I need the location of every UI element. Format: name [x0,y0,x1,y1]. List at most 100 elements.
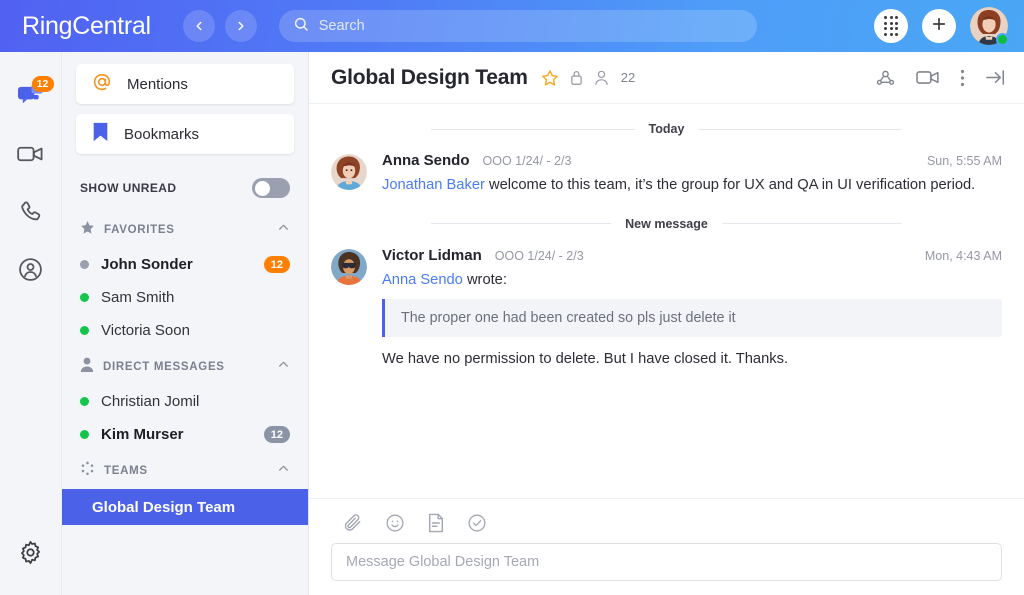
message-text: Jonathan Baker welcome to this team, it’… [382,174,1002,197]
teams-dots-icon [80,461,95,481]
conversation-header-meta: 22 [541,69,635,87]
sidebar-section-direct-messages[interactable]: DIRECT MESSAGES [62,347,308,385]
message-text: We have no permission to delete. But I h… [382,350,789,367]
ringcentral-app: RingCentral Search 12 Mentions Bookmarks… [0,0,1024,595]
emoji-smiley-icon[interactable] [385,513,405,533]
message-author[interactable]: Victor Lidman [382,247,482,264]
message-thread: Today Anna Sendo OOO 1/24/ - 2/3 Sun, 5:… [309,104,1024,498]
mention-link[interactable]: Jonathan Baker [382,177,485,193]
chevron-left-icon [192,19,206,33]
sidebar-card-bookmarks[interactable]: Bookmarks [76,114,294,154]
share-conference-icon[interactable] [875,67,896,88]
note-icon[interactable] [427,513,445,533]
presence-dot [80,260,89,269]
message-author[interactable]: Anna Sendo [382,152,470,169]
lock-icon[interactable] [569,69,584,86]
search-icon [293,16,309,37]
message-item: Anna Sendo OOO 1/24/ - 2/3 Sun, 5:55 AM … [331,146,1002,199]
dialpad-icon [883,16,899,36]
dialpad-button[interactable] [874,9,908,43]
paperclip-icon[interactable] [343,513,363,533]
video-camera-icon[interactable] [916,68,940,87]
gear-icon [18,540,43,570]
new-message-divider: New message [331,199,1002,241]
star-icon [80,220,95,240]
at-sign-icon [92,72,112,97]
message-header: Anna Sendo OOO 1/24/ - 2/3 Sun, 5:55 AM [382,152,1002,169]
chevron-up-icon[interactable] [277,221,290,239]
rail-item-phone[interactable] [9,192,53,236]
presence-dot [80,293,89,302]
sidebar-section-teams[interactable]: TEAMS [62,451,308,489]
task-check-icon[interactable] [467,513,487,533]
rail-item-message[interactable]: 12 [9,76,54,120]
show-unread-label: SHOW UNREAD [80,181,177,195]
back-button[interactable] [182,10,215,42]
sidebar-item-john-sonder[interactable]: John Sonder 12 [62,248,308,281]
message-body: Victor Lidman OOO 1/24/ - 2/3 Mon, 4:43 … [382,247,1002,367]
sidebar-card-mentions[interactable]: Mentions [76,64,294,104]
date-divider-today: Today [331,104,1002,146]
quoted-message: The proper one had been created so pls j… [382,298,1002,337]
message-timestamp: Sun, 5:55 AM [926,154,1002,168]
search-bar[interactable] [278,10,757,42]
message-item: Victor Lidman OOO 1/24/ - 2/3 Mon, 4:43 … [331,241,1002,369]
unread-badge: 12 [263,426,290,443]
presence-dot [80,430,89,439]
mention-link[interactable]: Anna Sendo [382,272,463,288]
sidebar-item-label: Sam Smith [101,289,175,306]
bookmark-flag-icon [92,122,109,147]
message-timestamp: Mon, 4:43 AM [924,248,1002,263]
composer-toolbar [331,509,1002,543]
sidebar-item-label: Christian Jomil [101,393,200,410]
sidebar-item-christian-jomil[interactable]: Christian Jomil [62,385,308,418]
search-input[interactable] [318,10,743,42]
sidebar-item-label: Kim Murser [101,426,184,443]
chevron-up-icon[interactable] [277,358,290,376]
rail-item-contacts[interactable] [9,250,53,294]
message-author-status: OOO 1/24/ - 2/3 [494,248,584,263]
nav-buttons [182,10,257,42]
person-icon [80,357,94,377]
sidebar-section-favorites[interactable]: FAVORITES [62,210,308,248]
add-button[interactable] [922,9,956,43]
avatar[interactable] [331,154,367,190]
divider-label: New message [625,216,708,231]
show-unread-row[interactable]: SHOW UNREAD [62,164,308,210]
forward-button[interactable] [224,10,257,42]
sidebar-item-victoria-soon[interactable]: Victoria Soon [62,314,308,347]
divider-line [698,128,903,130]
sidebar-item-label: John Sonder [101,256,193,273]
sidebar-item-global-design-team[interactable]: Global Design Team [62,489,308,525]
star-outline-icon[interactable] [541,69,559,87]
avatar[interactable] [331,248,367,285]
message-input-wrapper[interactable] [331,543,1002,581]
show-unread-toggle[interactable] [252,178,290,198]
video-camera-icon [17,143,44,170]
members-icon[interactable] [594,70,609,86]
icon-rail: 12 [0,52,62,595]
sidebar-section-title: FAVORITES [104,224,175,236]
member-count: 22 [620,70,636,85]
message-input[interactable] [346,544,987,580]
plus-icon [930,15,948,38]
sidebar-card-label: Mentions [127,75,188,93]
rail-item-settings[interactable] [9,533,53,577]
divider-line [431,128,635,130]
message-author-status: OOO 1/24/ - 2/3 [482,154,572,168]
quote-attribution: Anna Sendo wrote: [382,269,1002,292]
chevron-up-icon[interactable] [277,462,290,480]
sidebar-item-kim-murser[interactable]: Kim Murser 12 [62,418,308,451]
more-vertical-icon[interactable] [960,68,965,88]
user-avatar-button[interactable] [970,7,1009,46]
sidebar-section-title: TEAMS [104,465,148,477]
conversation-actions [875,67,1006,88]
message-text-body: welcome to this team, it’s the group for… [484,177,976,193]
collapse-right-icon[interactable] [985,68,1006,87]
divider-label: Today [648,122,685,136]
rail-item-video[interactable] [9,134,53,178]
presence-dot [80,397,89,406]
sidebar-item-sam-smith[interactable]: Sam Smith [62,281,308,314]
main-panel: Global Design Team 22 Today Anna Sendo O… [309,52,1024,595]
conversation-header: Global Design Team 22 [309,52,1024,104]
